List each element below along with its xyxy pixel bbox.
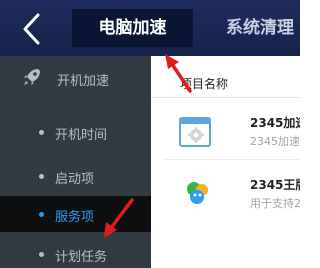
tab-computer-speedup[interactable]: 电脑加速 xyxy=(72,9,193,47)
app-window: 电脑加速 系统清理 开机加速 开机时间 启动项 服务项 计划任务 项目名称 23… xyxy=(0,0,300,268)
bullet-icon xyxy=(39,130,44,135)
list-item-description: 2345加速浏览 xyxy=(250,135,300,148)
sidebar-group-label: 开机加速 xyxy=(57,74,110,89)
sidebar-item-boot-time[interactable]: 开机时间 xyxy=(0,114,151,150)
bullet-icon xyxy=(39,212,44,217)
tab-system-cleanup[interactable]: 系统清理 xyxy=(226,9,294,47)
list-item-title: 2345加速浏览 xyxy=(250,116,300,130)
sidebar-item-label: 服务项 xyxy=(55,210,95,225)
chevron-left-icon xyxy=(23,13,40,45)
list-item-description: 用于支持2345 xyxy=(250,197,300,210)
sidebar-item-services[interactable]: 服务项 xyxy=(0,196,151,232)
column-header-label: 项目名称 xyxy=(180,77,229,91)
column-header: 项目名称 xyxy=(151,69,300,98)
sidebar-item-label: 计划任务 xyxy=(55,250,108,265)
content-panel: 项目名称 2345加速浏览 2345加速浏览 2345王牌输入 xyxy=(151,56,300,268)
list-item-title: 2345王牌输入 xyxy=(250,178,300,192)
sidebar-item-label: 开机时间 xyxy=(55,128,108,143)
sidebar-item-scheduled-tasks[interactable]: 计划任务 xyxy=(0,236,151,268)
bullet-icon xyxy=(39,174,44,179)
row-divider xyxy=(165,159,300,160)
list-item[interactable]: 2345加速浏览 2345加速浏览 xyxy=(151,102,300,160)
list-item[interactable]: 2345王牌输入 用于支持2345 xyxy=(151,164,300,222)
input-method-icon xyxy=(187,182,208,204)
browser-gear-icon xyxy=(179,117,211,147)
bullet-icon xyxy=(39,252,44,257)
top-header: 电脑加速 系统清理 xyxy=(0,0,300,56)
sidebar-item-startup-items[interactable]: 启动项 xyxy=(0,158,151,194)
rocket-icon xyxy=(24,69,40,85)
sidebar-group-startup[interactable]: 开机加速 xyxy=(0,58,151,94)
back-button[interactable] xyxy=(0,0,58,56)
sidebar: 开机加速 开机时间 启动项 服务项 计划任务 xyxy=(0,56,151,268)
sidebar-item-label: 启动项 xyxy=(55,172,95,187)
